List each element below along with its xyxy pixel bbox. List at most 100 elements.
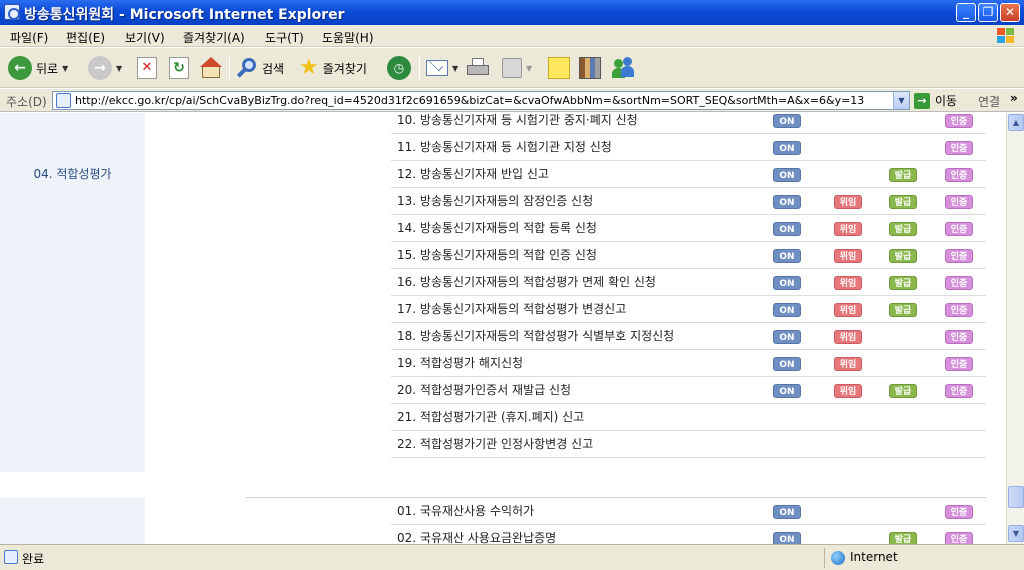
online-badge[interactable]: ON xyxy=(773,505,801,519)
online-badge[interactable]: ON xyxy=(773,532,801,544)
close-button[interactable]: ✕ xyxy=(1000,3,1020,22)
mail-button[interactable]: ▼ xyxy=(426,55,458,81)
service-name[interactable]: 14. 방송통신기자재등의 적합 등록 신청 xyxy=(391,215,761,242)
back-button[interactable]: ← 뒤로 ▼ xyxy=(8,55,68,81)
delegation-badge[interactable]: 위임 xyxy=(834,303,862,317)
certification-badge[interactable]: 인증 xyxy=(945,195,973,209)
online-badge[interactable]: ON xyxy=(773,384,801,398)
online-badge[interactable]: ON xyxy=(773,195,801,209)
print-button[interactable] xyxy=(466,55,490,81)
service-name[interactable]: 22. 적합성평가기관 인정사항변경 신고 xyxy=(391,431,761,458)
links-chevron-icon[interactable]: » xyxy=(1010,91,1018,105)
research-button[interactable] xyxy=(579,55,601,81)
service-name[interactable]: 18. 방송통신기자재등의 적합성평가 식별부호 지정신청 xyxy=(391,323,761,350)
certification-badge[interactable]: 인증 xyxy=(945,168,973,182)
delegation-badge[interactable]: 위임 xyxy=(834,222,862,236)
service-name[interactable]: 02. 국유재산 사용요금완납증명 xyxy=(391,525,761,544)
forward-arrow-icon: → xyxy=(88,56,112,80)
menu-view[interactable]: 보기(V) xyxy=(125,29,165,46)
service-name[interactable]: 20. 적합성평가인증서 재발급 신청 xyxy=(391,377,761,404)
menu-edit[interactable]: 편집(E) xyxy=(66,29,105,46)
delegation-badge[interactable]: 위임 xyxy=(834,276,862,290)
certification-badge[interactable]: 인증 xyxy=(945,357,973,371)
issuance-badge[interactable]: 발급 xyxy=(889,303,917,317)
online-badge[interactable]: ON xyxy=(773,357,801,371)
delegation-badge[interactable]: 위임 xyxy=(834,195,862,209)
address-input[interactable]: http://ekcc.go.kr/cp/ai/SchCvaByBizTrg.d… xyxy=(52,91,910,110)
certification-badge[interactable]: 인증 xyxy=(945,330,973,344)
issuance-badge[interactable]: 발급 xyxy=(889,384,917,398)
messenger-button[interactable] xyxy=(612,55,636,81)
edit-button[interactable]: ▼ xyxy=(502,55,532,81)
certification-badge[interactable]: 인증 xyxy=(945,276,973,290)
discuss-button[interactable] xyxy=(548,55,570,81)
edit-dropdown-icon[interactable]: ▼ xyxy=(526,64,532,73)
service-name[interactable]: 16. 방송통신기자재등의 적합성평가 면제 확인 신청 xyxy=(391,269,761,296)
service-name[interactable]: 01. 국유재산사용 수익허가 xyxy=(391,498,761,525)
online-badge[interactable]: ON xyxy=(773,330,801,344)
online-badge[interactable]: ON xyxy=(773,249,801,263)
stop-button[interactable]: ✕ xyxy=(137,55,157,81)
delegation-badge[interactable]: 위임 xyxy=(834,357,862,371)
history-icon: ◷ xyxy=(387,56,411,80)
forward-button[interactable]: → ▼ xyxy=(88,55,122,81)
online-badge[interactable]: ON xyxy=(773,276,801,290)
minimize-button[interactable]: _ xyxy=(956,3,976,22)
issuance-badge[interactable]: 발급 xyxy=(889,249,917,263)
category-cell-2 xyxy=(0,498,145,544)
issuance-badge[interactable]: 발급 xyxy=(889,222,917,236)
back-dropdown-icon[interactable]: ▼ xyxy=(62,64,68,73)
forward-dropdown-icon[interactable]: ▼ xyxy=(116,64,122,73)
menu-favorites[interactable]: 즐겨찾기(A) xyxy=(183,29,245,46)
home-button[interactable] xyxy=(199,55,223,81)
certification-badge[interactable]: 인증 xyxy=(945,505,973,519)
address-url[interactable]: http://ekcc.go.kr/cp/ai/SchCvaByBizTrg.d… xyxy=(75,94,864,107)
service-name[interactable]: 17. 방송통신기자재등의 적합성평가 변경신고 xyxy=(391,296,761,323)
online-badge[interactable]: ON xyxy=(773,168,801,182)
service-actions: ON 인증 xyxy=(761,113,986,134)
issuance-badge[interactable]: 발급 xyxy=(889,195,917,209)
history-button[interactable]: ◷ xyxy=(387,55,411,81)
menu-help[interactable]: 도움말(H) xyxy=(322,29,374,46)
delegation-badge[interactable]: 위임 xyxy=(834,330,862,344)
refresh-button[interactable]: ↻ xyxy=(169,55,189,81)
home-icon xyxy=(199,57,223,79)
search-button[interactable]: 검색 xyxy=(236,55,284,81)
service-actions: ON 인증 xyxy=(761,498,986,525)
issuance-badge[interactable]: 발급 xyxy=(889,276,917,290)
menu-file[interactable]: 파일(F) xyxy=(10,29,48,46)
certification-badge[interactable]: 인증 xyxy=(945,141,973,155)
favorites-button[interactable]: ★ 즐겨찾기 xyxy=(299,55,367,81)
service-name[interactable]: 15. 방송통신기자재등의 적합 인증 신청 xyxy=(391,242,761,269)
certification-badge[interactable]: 인증 xyxy=(945,384,973,398)
go-button[interactable]: → 이동 xyxy=(914,92,957,109)
service-name[interactable]: 13. 방송통신기자재등의 잠정인증 신청 xyxy=(391,188,761,215)
certification-badge[interactable]: 인증 xyxy=(945,532,973,544)
service-name[interactable]: 10. 방송통신기자재 등 시험기관 중지·폐지 신청 xyxy=(391,113,761,134)
certification-badge[interactable]: 인증 xyxy=(945,303,973,317)
service-name[interactable]: 11. 방송통신기자재 등 시험기관 지정 신청 xyxy=(391,134,761,161)
maximize-button[interactable]: ❐ xyxy=(978,3,998,22)
online-badge[interactable]: ON xyxy=(773,114,801,128)
mail-dropdown-icon[interactable]: ▼ xyxy=(452,64,458,73)
online-badge[interactable]: ON xyxy=(773,303,801,317)
certification-badge[interactable]: 인증 xyxy=(945,114,973,128)
issuance-badge[interactable]: 발급 xyxy=(889,168,917,182)
delegation-badge[interactable]: 위임 xyxy=(834,384,862,398)
certification-badge[interactable]: 인증 xyxy=(945,222,973,236)
links-label[interactable]: 연결 xyxy=(978,93,1000,110)
online-badge[interactable]: ON xyxy=(773,141,801,155)
scroll-up-icon[interactable]: ▲ xyxy=(1008,114,1024,131)
address-dropdown-icon[interactable]: ▼ xyxy=(893,92,909,109)
service-name[interactable]: 19. 적합성평가 해지신청 xyxy=(391,350,761,377)
scroll-down-icon[interactable]: ▼ xyxy=(1008,525,1024,542)
delegation-badge[interactable]: 위임 xyxy=(834,249,862,263)
issuance-badge[interactable]: 발급 xyxy=(889,532,917,544)
vertical-scrollbar[interactable]: ▲ ▼ xyxy=(1006,113,1024,544)
service-name[interactable]: 21. 적합성평가기관 (휴지.폐지) 신고 xyxy=(391,404,761,431)
service-name[interactable]: 12. 방송통신기자재 반입 신고 xyxy=(391,161,761,188)
certification-badge[interactable]: 인증 xyxy=(945,249,973,263)
online-badge[interactable]: ON xyxy=(773,222,801,236)
menu-tools[interactable]: 도구(T) xyxy=(265,29,304,46)
scroll-thumb[interactable] xyxy=(1008,486,1024,508)
